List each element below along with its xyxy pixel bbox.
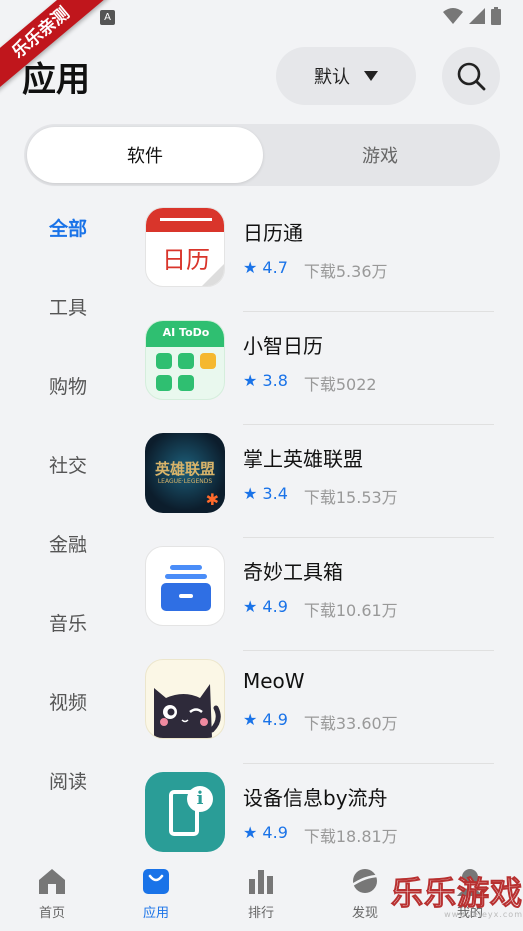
toolbox-icon bbox=[145, 546, 225, 626]
app-name: MeoW bbox=[243, 669, 305, 693]
battery-icon bbox=[491, 7, 501, 25]
category-finance[interactable]: 金融 bbox=[0, 530, 136, 557]
app-downloads: 下载10.61万 bbox=[303, 601, 398, 620]
lol-icon: 英雄联盟 LEAGUE·LEGENDS ✱ bbox=[145, 433, 225, 513]
app-name: 奇妙工具箱 bbox=[243, 560, 343, 584]
ai-todo-icon: AI ToDo bbox=[145, 320, 225, 400]
notification-a-icon: A bbox=[100, 10, 115, 25]
sort-dropdown[interactable]: 默认 bbox=[276, 47, 416, 105]
app-rating: ★ 3.4 bbox=[243, 484, 288, 503]
tab-ranking[interactable]: 排行 bbox=[209, 866, 313, 921]
app-name: 小智日历 bbox=[243, 334, 323, 358]
header: 应用 默认 bbox=[0, 44, 523, 110]
tab-home[interactable]: 首页 bbox=[0, 866, 104, 921]
category-social[interactable]: 社交 bbox=[0, 451, 136, 478]
list-item[interactable]: 奇妙工具箱 ★ 4.9 下载10.61万 bbox=[144, 539, 504, 651]
list-item[interactable]: MeoW ★ 4.9 下载33.60万 bbox=[144, 652, 504, 764]
device-info-icon: i bbox=[145, 772, 225, 852]
divider bbox=[243, 311, 494, 312]
bar-chart-icon bbox=[249, 870, 273, 894]
app-downloads: 下载18.81万 bbox=[303, 827, 398, 846]
planet-icon bbox=[350, 869, 380, 893]
tab-software[interactable]: 软件 bbox=[27, 127, 263, 183]
divider bbox=[243, 650, 494, 651]
cat-icon bbox=[145, 659, 225, 739]
segment-control: 软件 游戏 bbox=[24, 124, 500, 186]
category-reading[interactable]: 阅读 bbox=[0, 767, 136, 794]
search-button[interactable] bbox=[442, 47, 500, 105]
sort-label: 默认 bbox=[314, 67, 350, 88]
caret-down-icon bbox=[364, 71, 378, 81]
tab-games[interactable]: 游戏 bbox=[262, 127, 498, 183]
app-downloads: 下载15.53万 bbox=[303, 488, 398, 507]
divider bbox=[243, 424, 494, 425]
category-all[interactable]: 全部 bbox=[0, 214, 136, 241]
tab-apps[interactable]: 应用 bbox=[104, 866, 208, 921]
list-item[interactable]: 英雄联盟 LEAGUE·LEGENDS ✱ 掌上英雄联盟 ★ 3.4 下载15.… bbox=[144, 426, 504, 538]
wifi-icon bbox=[443, 8, 463, 24]
watermark: 乐乐游戏 www.leleyx.com bbox=[390, 874, 523, 920]
divider bbox=[243, 763, 494, 764]
app-rating: ★ 4.9 bbox=[243, 710, 288, 729]
category-tools[interactable]: 工具 bbox=[0, 293, 136, 320]
list-item[interactable]: AI ToDo 小智日历 ★ 3.8 下载5022 bbox=[144, 313, 504, 425]
app-downloads: 下载5.36万 bbox=[303, 262, 388, 281]
app-downloads: 下载33.60万 bbox=[303, 714, 398, 733]
app-rating: ★ 4.9 bbox=[243, 597, 288, 616]
bag-icon bbox=[143, 869, 169, 894]
app-downloads: 下载5022 bbox=[303, 375, 377, 394]
page-title: 应用 bbox=[22, 60, 90, 100]
app-name: 日历通 bbox=[243, 221, 303, 245]
app-name: 设备信息by流舟 bbox=[243, 786, 388, 810]
category-music[interactable]: 音乐 bbox=[0, 609, 136, 636]
list-item[interactable]: 日历 日历通 ★ 4.7 下载5.36万 bbox=[144, 200, 504, 312]
calendar-icon: 日历 bbox=[145, 207, 225, 287]
app-name: 掌上英雄联盟 bbox=[243, 447, 363, 471]
status-icons bbox=[443, 7, 501, 25]
category-shopping[interactable]: 购物 bbox=[0, 372, 136, 399]
app-rating: ★ 4.9 bbox=[243, 823, 288, 842]
signal-icon bbox=[469, 8, 485, 24]
home-icon bbox=[39, 869, 65, 894]
app-rating: ★ 4.7 bbox=[243, 258, 288, 277]
search-icon bbox=[457, 62, 486, 91]
status-bar: 乐乐亲测 A bbox=[0, 0, 523, 93]
app-rating: ★ 3.8 bbox=[243, 371, 288, 390]
category-video[interactable]: 视频 bbox=[0, 688, 136, 715]
divider bbox=[243, 537, 494, 538]
